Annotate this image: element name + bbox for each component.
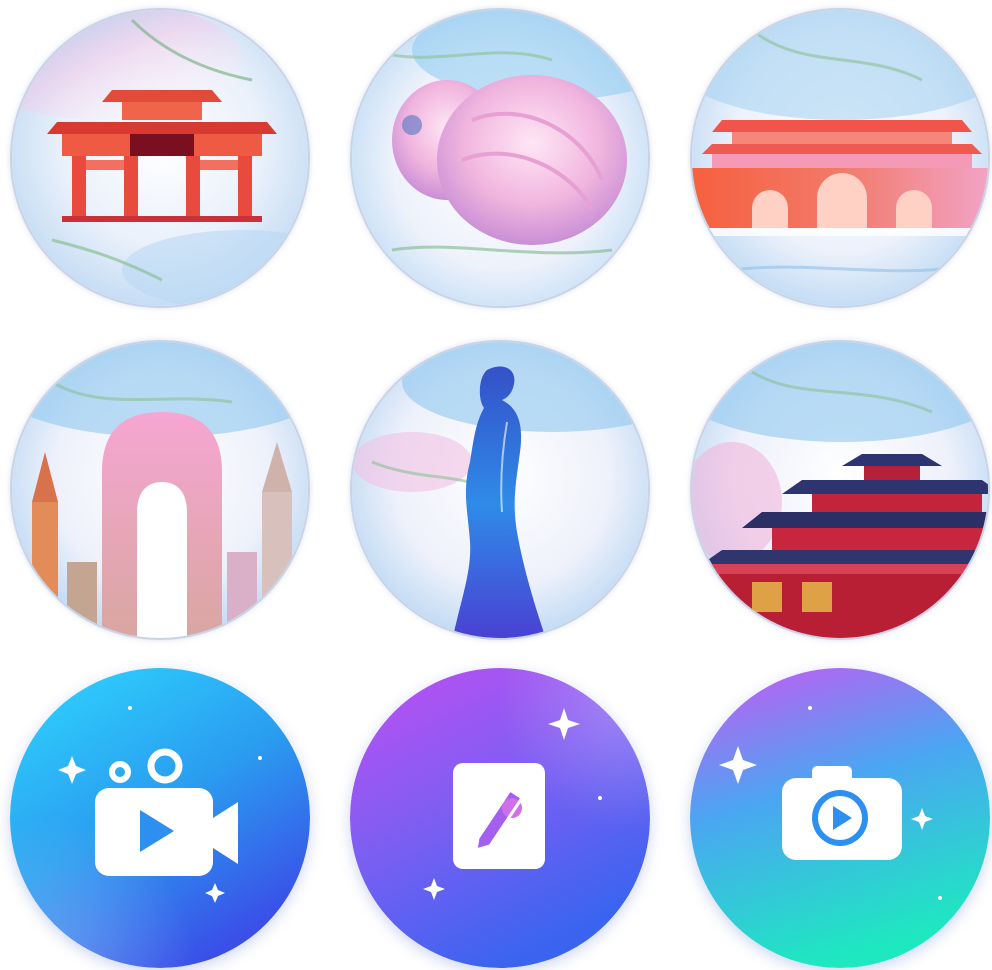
lady-silhouette-icon <box>352 342 648 638</box>
pink-steamed-bun-icon <box>352 10 648 306</box>
red-memorial-gate-icon <box>12 10 308 306</box>
memorial-gate-tile[interactable] <box>10 8 310 308</box>
temple-ruins-tile[interactable] <box>10 340 310 640</box>
camera-play-icon <box>690 668 990 968</box>
note-app-tile[interactable] <box>350 668 650 968</box>
stone-archway-ruins-icon <box>12 342 308 638</box>
icon-grid <box>0 0 992 970</box>
city-wall-tile[interactable] <box>690 8 990 308</box>
photo-app-tile[interactable] <box>690 668 990 968</box>
video-camera-icon <box>10 668 310 968</box>
city-wall-tower-icon <box>692 10 988 306</box>
video-app-tile[interactable] <box>10 668 310 968</box>
red-pavilion-icon <box>692 342 988 638</box>
steamed-bun-tile[interactable] <box>350 8 650 308</box>
pavilion-tile[interactable] <box>690 340 990 640</box>
edit-note-icon <box>350 668 650 968</box>
lady-silhouette-tile[interactable] <box>350 340 650 640</box>
